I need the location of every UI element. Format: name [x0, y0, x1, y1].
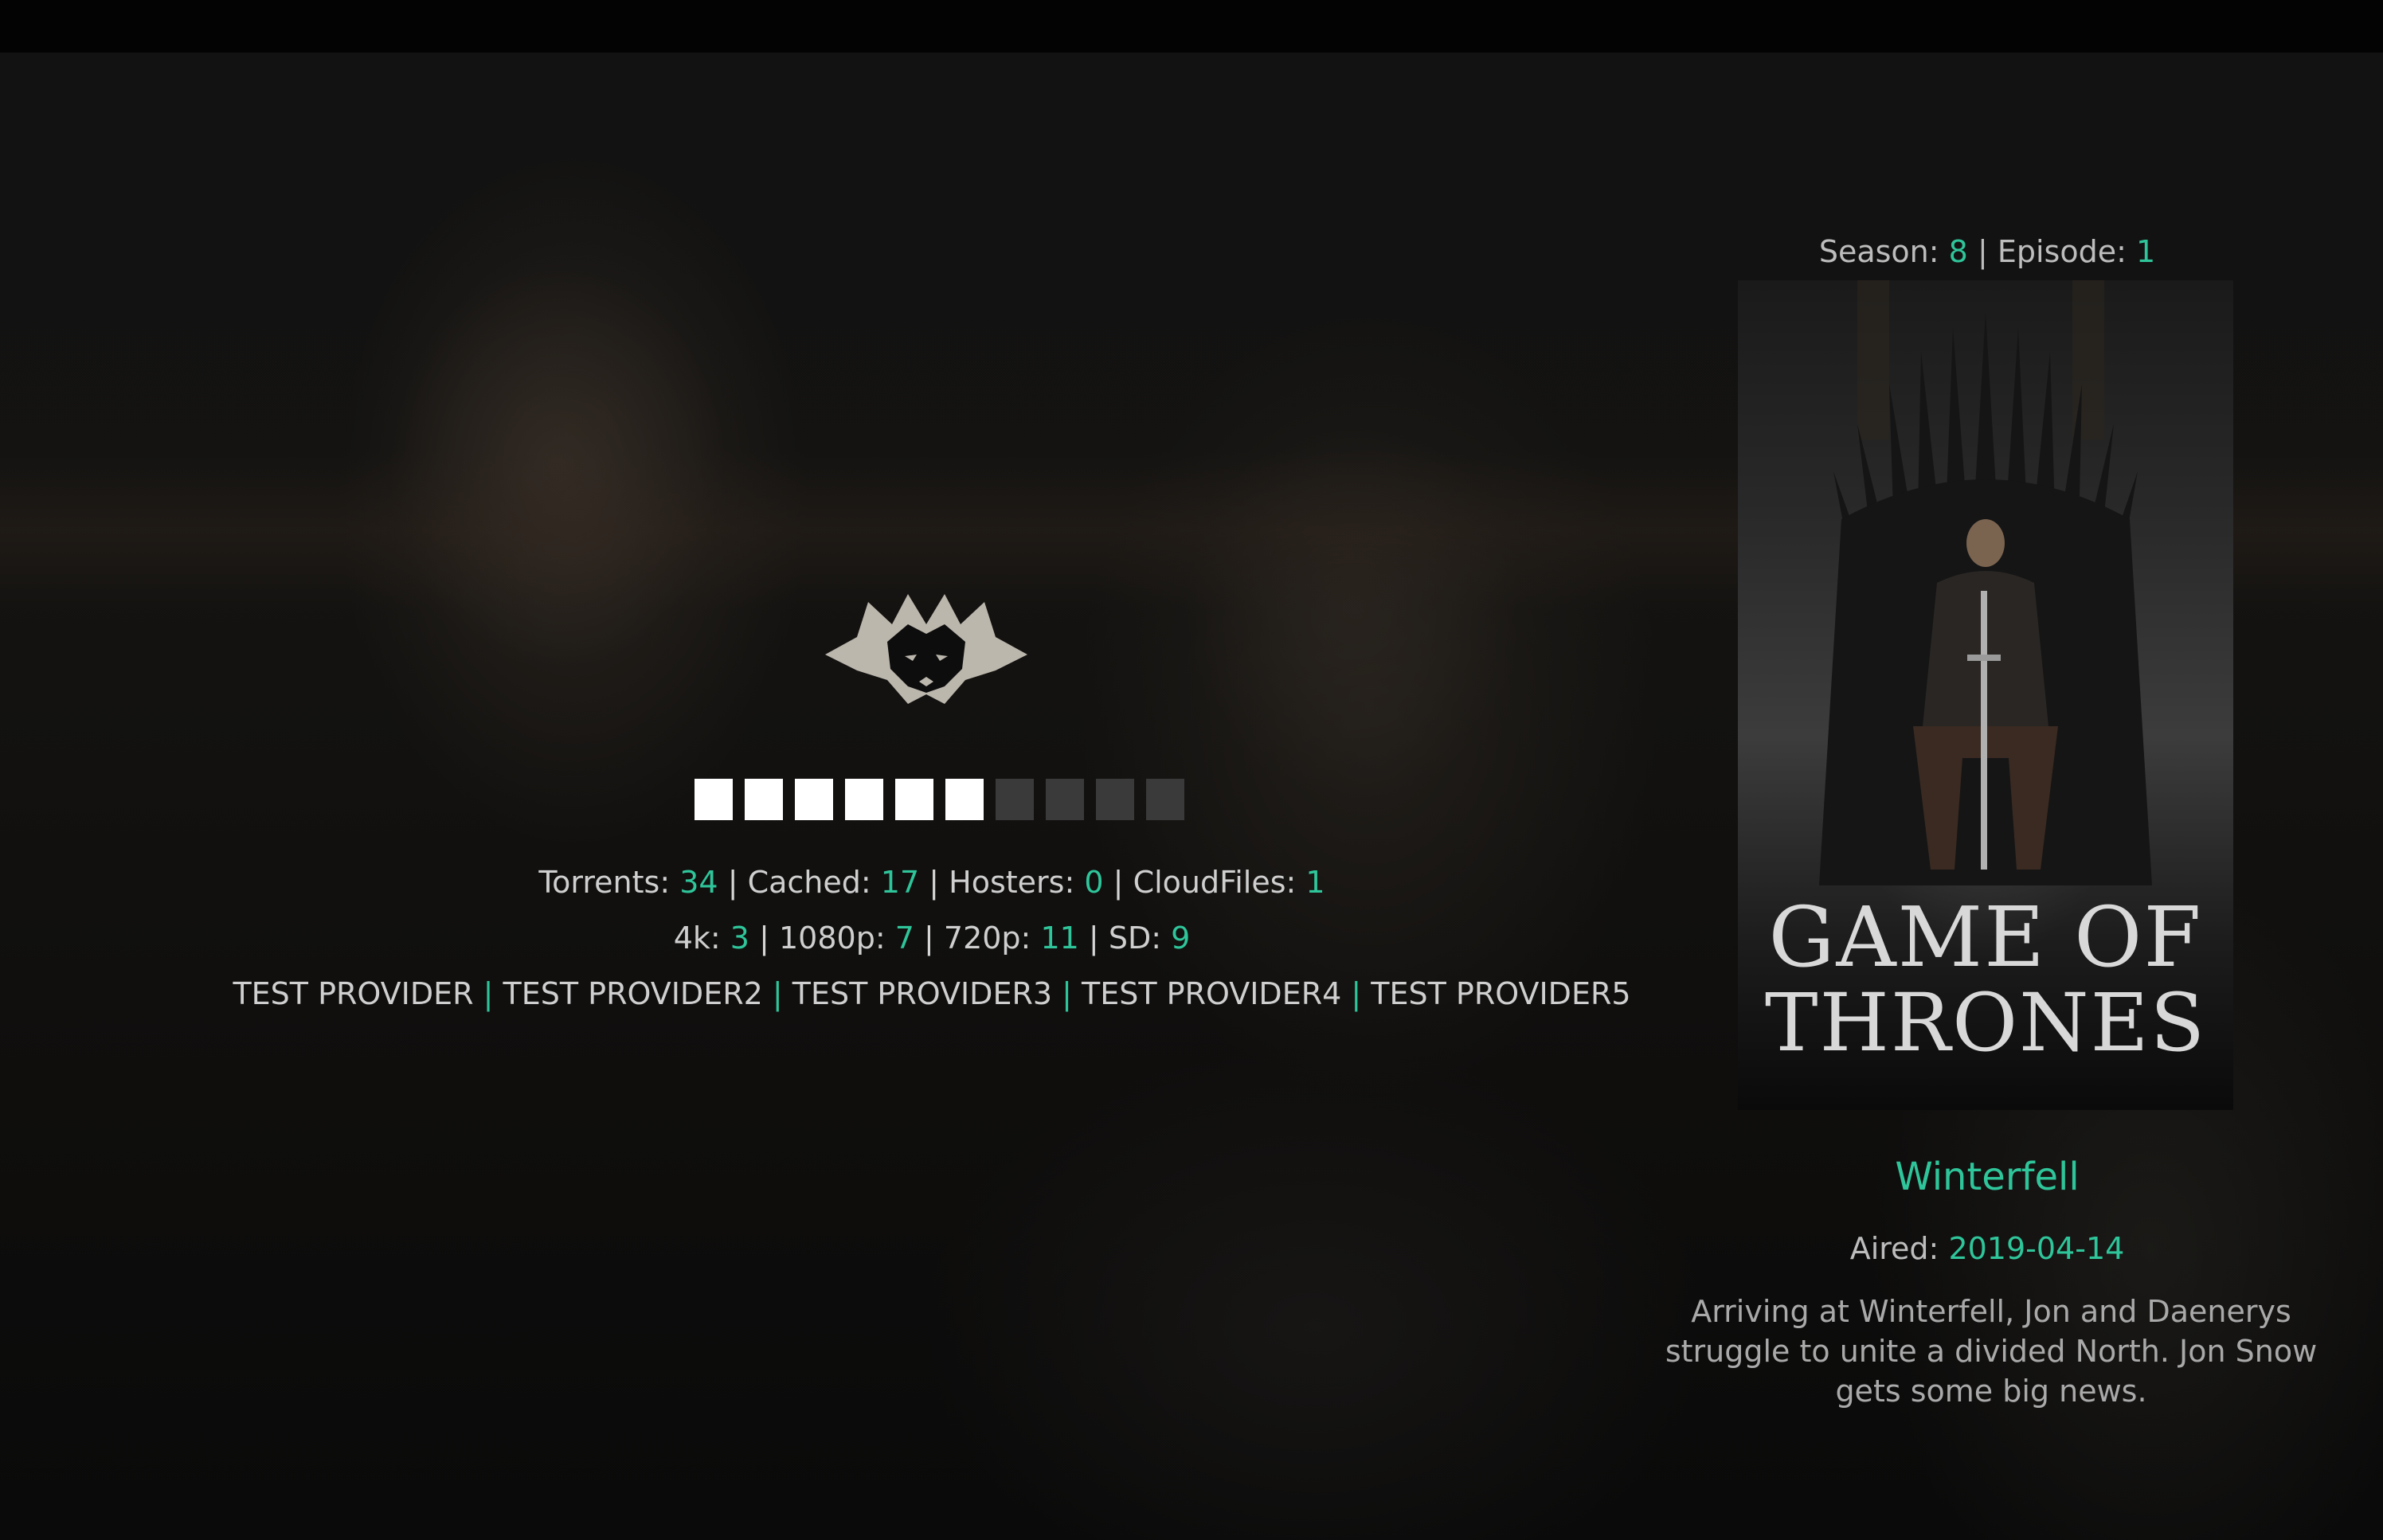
season-number: 8 — [1948, 234, 1968, 269]
show-poster: GAME OF THRONES — [1738, 280, 2233, 1110]
cached-count: 17 — [880, 865, 920, 900]
progress-segment — [1046, 779, 1084, 820]
poster-title-line2: THRONES — [1764, 976, 2207, 1069]
torrents-count: 34 — [679, 865, 718, 900]
season-episode-info: Season: 8 | Episode: 1 — [1736, 233, 2238, 271]
q1080-count: 7 — [894, 920, 914, 956]
progress-segment — [845, 779, 883, 820]
top-bar — [0, 0, 2383, 53]
provider-name: TEST PROVIDER — [233, 976, 474, 1011]
cloudfiles-label: CloudFiles: — [1133, 865, 1297, 900]
progress-segment — [996, 779, 1034, 820]
progress-segment — [895, 779, 933, 820]
progress-segment — [1096, 779, 1134, 820]
sd-count: 9 — [1171, 920, 1191, 956]
hosters-count: 0 — [1084, 865, 1104, 900]
q4k-label: 4k: — [673, 920, 721, 956]
episode-title: Winterfell — [1895, 1155, 2080, 1199]
quality-counts: 4k: 3 | 1080p: 7 | 720p: 11 | SD: 9 — [673, 920, 1191, 956]
q4k-count: 3 — [730, 920, 749, 956]
sd-label: SD: — [1108, 920, 1162, 956]
episode-label: | Episode: — [1977, 234, 2127, 269]
aired-label: Aired: — [1849, 1231, 1939, 1266]
progress-segment — [695, 779, 733, 820]
cached-label: Cached: — [747, 865, 871, 900]
season-label: Season: — [1818, 234, 1939, 269]
provider-name: TEST PROVIDER2 — [503, 976, 763, 1011]
provider-name: TEST PROVIDER4 — [1082, 976, 1342, 1011]
progress-segment — [745, 779, 783, 820]
episode-number: 1 — [2135, 234, 2156, 269]
q1080-label: 1080p: — [778, 920, 886, 956]
progress-segment — [945, 779, 984, 820]
progress-segment — [1146, 779, 1184, 820]
torrents-label: Torrents: — [538, 865, 671, 900]
episode-plot: Arriving at Winterfell, Jon and Daenerys… — [1665, 1294, 2318, 1409]
source-counts: Torrents: 34 | Cached: 17 | Hosters: 0 |… — [538, 865, 1325, 900]
wolf-logo-icon — [825, 594, 1027, 704]
provider-list: TEST PROVIDER | TEST PROVIDER2 | TEST PR… — [233, 976, 1631, 1011]
provider-name: TEST PROVIDER5 — [1371, 976, 1631, 1011]
cloudfiles-count: 1 — [1305, 865, 1325, 900]
aired-value: 2019-04-14 — [1948, 1231, 2125, 1266]
q720-label: 720p: — [943, 920, 1031, 956]
hosters-label: Hosters: — [949, 865, 1075, 900]
poster-title-line1: GAME OF — [1768, 889, 2203, 986]
progress-segment — [795, 779, 833, 820]
aired-date: Aired: 2019-04-14 — [1736, 1229, 2238, 1268]
provider-name: TEST PROVIDER3 — [792, 976, 1053, 1011]
q720-count: 11 — [1040, 920, 1079, 956]
scraping-progress — [695, 779, 1184, 820]
